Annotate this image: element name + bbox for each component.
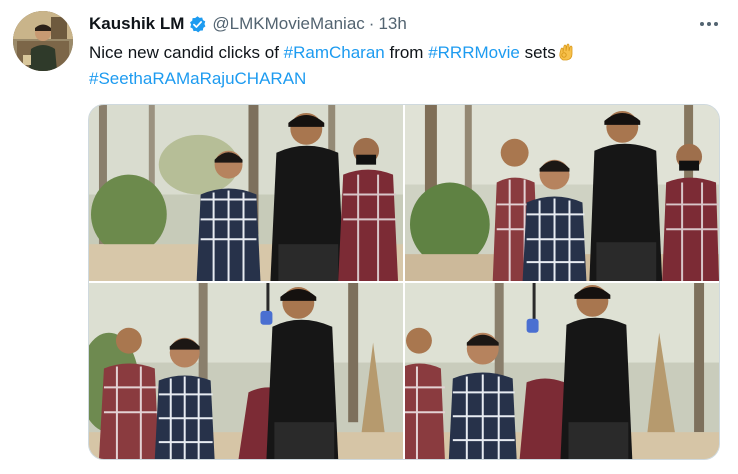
verified-badge-icon [190,15,206,32]
photo-2[interactable] [405,105,719,281]
photo-3-image [89,283,403,459]
tweet-header: Kaushik LM @LMKMovieManiac · 13h [89,12,407,36]
hashtag-ramcharan[interactable]: #RamCharan [284,43,385,62]
timestamp[interactable]: 13h [378,14,406,34]
photo-1[interactable] [89,105,403,281]
tweet-text: Nice new candid clicks of #RamCharan fro… [89,40,709,92]
tweet-text-part: sets [519,43,556,62]
photo-3[interactable] [89,283,403,459]
tweet-text-part: from [384,43,429,62]
author-handle[interactable]: @LMKMovieManiac [212,14,364,34]
photo-1-image [89,105,403,281]
avatar[interactable] [13,11,73,71]
photo-2-image [405,105,719,281]
tweet: Kaushik LM @LMKMovieManiac · 13h Nice ne… [0,0,738,474]
photo-grid [88,104,720,460]
hashtag-seetharamarajucharan[interactable]: #SeethaRAMaRajuCHARAN [89,69,306,88]
hashtag-rrrmovie[interactable]: #RRRMovie [428,43,520,62]
separator-dot: · [368,14,375,33]
tweet-text-part: Nice new candid clicks of [89,43,284,62]
ok-hand-emoji-icon [559,43,573,61]
photo-4-image [405,283,719,459]
avatar-image [13,11,73,71]
photo-4[interactable] [405,283,719,459]
author-name[interactable]: Kaushik LM [89,14,184,34]
more-options-icon[interactable] [698,14,720,34]
